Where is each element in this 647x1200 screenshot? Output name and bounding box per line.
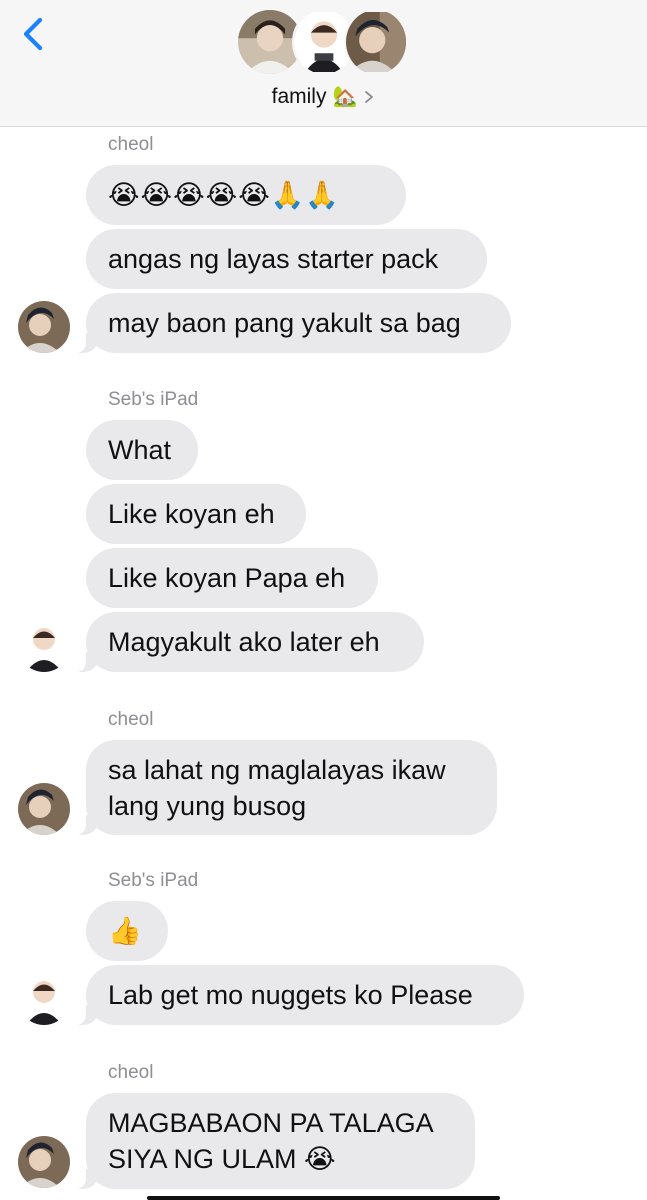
message-text: Magyakult ako later eh [108,627,380,657]
back-button[interactable] [16,14,52,58]
message-text: 😭😭😭😭😭🙏🙏 [108,180,340,210]
message-bubble[interactable]: sa lahat ng maglalayas ikaw lang yung bu… [74,740,497,835]
message-text-line: MAGBABAON PA TALAGA [108,1108,434,1138]
message-bubble[interactable]: Like koyan Papa eh [86,548,378,608]
sender-avatar[interactable] [18,973,70,1025]
message-text: Like koyan eh [108,499,275,529]
message-bubble[interactable]: angas ng layas starter pack [86,229,487,289]
group-name[interactable]: family 🏡 [0,84,647,109]
message-bubble[interactable]: 😭😭😭😭😭🙏🙏 [86,165,406,225]
sender-name: cheol [108,1062,154,1083]
house-emoji: 🏡 [332,86,358,108]
sender-avatar[interactable] [18,620,70,672]
message-bubble[interactable]: Magyakult ako later eh [74,612,424,672]
message-text: Lab get mo nuggets ko Please [108,980,473,1010]
conversation-header: family 🏡 [0,0,647,127]
group-avatars[interactable] [236,8,412,78]
message-bubble[interactable]: What [86,420,198,480]
message-text: 👍 [108,916,142,946]
message-bubble[interactable]: 👍 [86,901,168,961]
sender-avatar[interactable] [18,301,70,353]
message-text-line: sa lahat ng maglalayas ikaw [108,755,446,785]
chevron-right-icon [365,90,374,103]
message-text-line: lang yung busog [108,791,307,821]
message-text: What [108,435,172,465]
sender-name: cheol [108,134,154,155]
message-text: angas ng layas starter pack [108,244,439,274]
message-text-line: SIYA NG ULAM 😭 [108,1144,336,1174]
message-bubble[interactable]: MAGBABAON PA TALAGA SIYA NG ULAM 😭 [74,1093,475,1189]
chevron-left-icon [23,17,43,51]
message-bubble[interactable]: Lab get mo nuggets ko Please [74,965,524,1025]
sender-name: cheol [108,709,154,730]
sender-name: Seb's iPad [108,870,199,891]
sender-avatar[interactable] [18,1136,70,1188]
home-indicator[interactable] [147,1196,500,1200]
group-name-label: family [271,84,327,108]
message-bubble[interactable]: may baon pang yakult sa bag [74,293,511,353]
message-text: Like koyan Papa eh [108,563,346,593]
sender-name: Seb's iPad [108,389,199,410]
message-bubble[interactable]: Like koyan eh [86,484,306,544]
sender-avatar[interactable] [18,783,70,835]
message-text: may baon pang yakult sa bag [108,308,461,338]
member-avatar [344,8,408,76]
